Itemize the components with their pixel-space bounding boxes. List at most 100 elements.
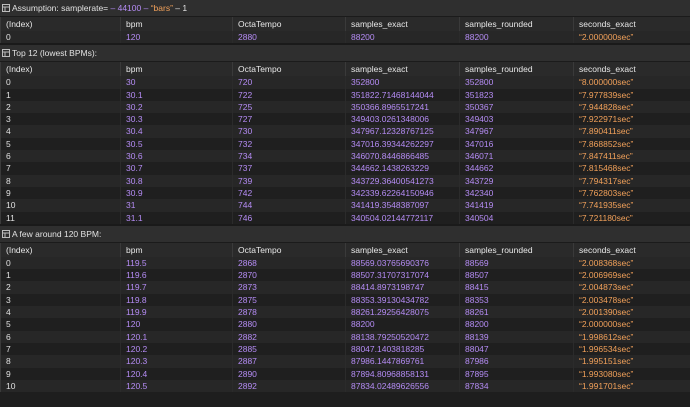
row-index-cell: 0 (0, 31, 121, 44)
table-cell: 734 (232, 150, 346, 163)
table-cell: 340504 (459, 211, 574, 224)
column-header[interactable]: samples_exact (345, 62, 460, 77)
column-header[interactable]: (Index) (0, 242, 121, 257)
table-cell: 2873 (232, 281, 346, 294)
table-cell: 2882 (232, 330, 346, 343)
column-header[interactable]: seconds_exact (573, 17, 690, 31)
row-index-cell: 1 (0, 269, 121, 282)
table-cell: “1.995151sec” (573, 355, 690, 368)
row-index-cell: 7 (0, 162, 121, 175)
table-row: 2 30.2 725 350366.8965517241 350367 “7.944828… (0, 100, 690, 114)
row-index-cell: 5 (0, 318, 121, 331)
table-cell: “2.004873sec” (573, 281, 690, 294)
top12-table: (Index) bpm OctaTempo samples_exact samples_… (0, 62, 690, 224)
table-cell: 727 (232, 113, 346, 126)
column-header[interactable]: bpm (120, 62, 233, 77)
table-row: 9 120.4 2890 87894.80968858131 87895 “1.99308… (0, 367, 690, 380)
table-cell: 88414.8973198747 (345, 281, 460, 294)
table-row: 0 120 2880 88200 88200 “2.000000sec” (0, 31, 690, 44)
column-header[interactable]: seconds_exact (573, 62, 690, 77)
table-cell: 120.3 (120, 355, 233, 368)
column-header[interactable]: (Index) (0, 62, 121, 77)
table-cell: 88415 (459, 281, 574, 294)
table-cell: 343729.36400541273 (345, 174, 460, 187)
column-header[interactable]: samples_exact (345, 17, 460, 31)
column-header[interactable]: OctaTempo (232, 242, 346, 257)
table-row: 10 31 744 341419.3548387097 341419 “7.741935s… (0, 199, 690, 212)
column-header[interactable]: samples_rounded (459, 242, 574, 257)
table-row: 5 120 2880 88200 88200 “2.000000sec” (0, 318, 690, 331)
table-cell: 347967 (459, 125, 574, 138)
table-cell: 344662 (459, 162, 574, 175)
around120-header[interactable]: A few around 120 BPM: (0, 225, 690, 243)
top12-header[interactable]: Top 12 (lowest BPMs): (0, 45, 690, 63)
table-row: 3 119.8 2875 88353.39130434782 88353 “2.00347… (0, 293, 690, 307)
table-cell: 88261 (459, 306, 574, 319)
table-cell: “7.977839sec” (573, 88, 690, 101)
table-header-row: (Index) bpm OctaTempo samples_exact samples_… (0, 62, 690, 77)
column-header[interactable]: OctaTempo (232, 62, 346, 77)
column-header[interactable]: OctaTempo (232, 17, 346, 31)
grid-icon (0, 0, 12, 16)
row-index-cell: 3 (0, 113, 121, 126)
table-cell: 742 (232, 186, 346, 200)
column-header[interactable]: seconds_exact (573, 242, 690, 257)
table-cell: 341419.3548387097 (345, 199, 460, 212)
table-cell: 732 (232, 137, 346, 151)
table-cell: 88200 (345, 31, 460, 44)
table-cell: “7.890411sec” (573, 125, 690, 138)
table-cell: 119.9 (120, 306, 233, 319)
table-cell: 720 (232, 76, 346, 89)
table-cell: “7.868852sec” (573, 137, 690, 151)
table-cell: 349403.0261348006 (345, 113, 460, 126)
table-cell: “2.000000sec” (573, 318, 690, 331)
table-cell: 30.5 (120, 137, 233, 151)
around120-block: A few around 120 BPM: (Index) bpm OctaTemp… (0, 225, 690, 393)
assumption-header[interactable]: Assumption: samplerate= – 44100 – “bars”… (0, 0, 690, 17)
table-cell: 119.5 (120, 256, 233, 270)
row-index-cell: 11 (0, 211, 121, 224)
table-cell: “7.815468sec” (573, 162, 690, 175)
table-row: 5 30.5 732 347016.39344262297 347016 “7.86885… (0, 137, 690, 151)
table-cell: 2870 (232, 269, 346, 282)
row-index-cell: 10 (0, 199, 121, 212)
table-cell: 31.1 (120, 211, 233, 224)
table-cell: 88047 (459, 342, 574, 356)
table-row: 11 31.1 746 340504.02144772117 340504 “7.7211… (0, 211, 690, 224)
table-cell: 342339.62264150946 (345, 186, 460, 200)
table-cell: “7.922971sec” (573, 113, 690, 126)
table-cell: 352800 (345, 76, 460, 89)
grid-icon (0, 45, 12, 61)
table-row: 0 119.5 2868 88569.03765690376 88569 “2.00836… (0, 256, 690, 270)
column-header[interactable]: samples_rounded (459, 17, 574, 31)
table-row: 10 120.5 2892 87834.02489626556 87834 “1.9917… (0, 379, 690, 393)
column-header[interactable]: samples_rounded (459, 62, 574, 77)
row-index-cell: 5 (0, 137, 121, 151)
column-header[interactable]: samples_exact (345, 242, 460, 257)
table-cell: 746 (232, 211, 346, 224)
row-index-cell: 6 (0, 330, 121, 343)
column-header[interactable]: (Index) (0, 17, 121, 31)
table-cell: 340504.02144772117 (345, 211, 460, 224)
table-cell: 2875 (232, 293, 346, 307)
table-cell: 88507.31707317074 (345, 269, 460, 282)
table-cell: “7.794317sec” (573, 174, 690, 187)
table-row: 1 30.1 722 351822.71468144044 351823 “7.97783… (0, 88, 690, 101)
table-cell: “1.996534sec” (573, 342, 690, 356)
table-cell: 119.8 (120, 293, 233, 307)
table-row: 1 119.6 2870 88507.31707317074 88507 “2.00696… (0, 269, 690, 282)
table-cell: “2.001390sec” (573, 306, 690, 319)
table-cell: 88353.39130434782 (345, 293, 460, 307)
table-row: 2 119.7 2873 88414.8973198747 88415 “2.004873… (0, 281, 690, 294)
table-cell: “7.741935sec” (573, 199, 690, 212)
table-cell: 2880 (232, 31, 346, 44)
table-cell: 88261.29256428075 (345, 306, 460, 319)
row-index-cell: 10 (0, 379, 121, 393)
table-cell: 343729 (459, 174, 574, 187)
table-cell: 30.2 (120, 100, 233, 114)
column-header[interactable]: bpm (120, 242, 233, 257)
table-cell: 87895 (459, 367, 574, 380)
table-cell: 350366.8965517241 (345, 100, 460, 114)
column-header[interactable]: bpm (120, 17, 233, 31)
table-cell: “7.721180sec” (573, 211, 690, 224)
